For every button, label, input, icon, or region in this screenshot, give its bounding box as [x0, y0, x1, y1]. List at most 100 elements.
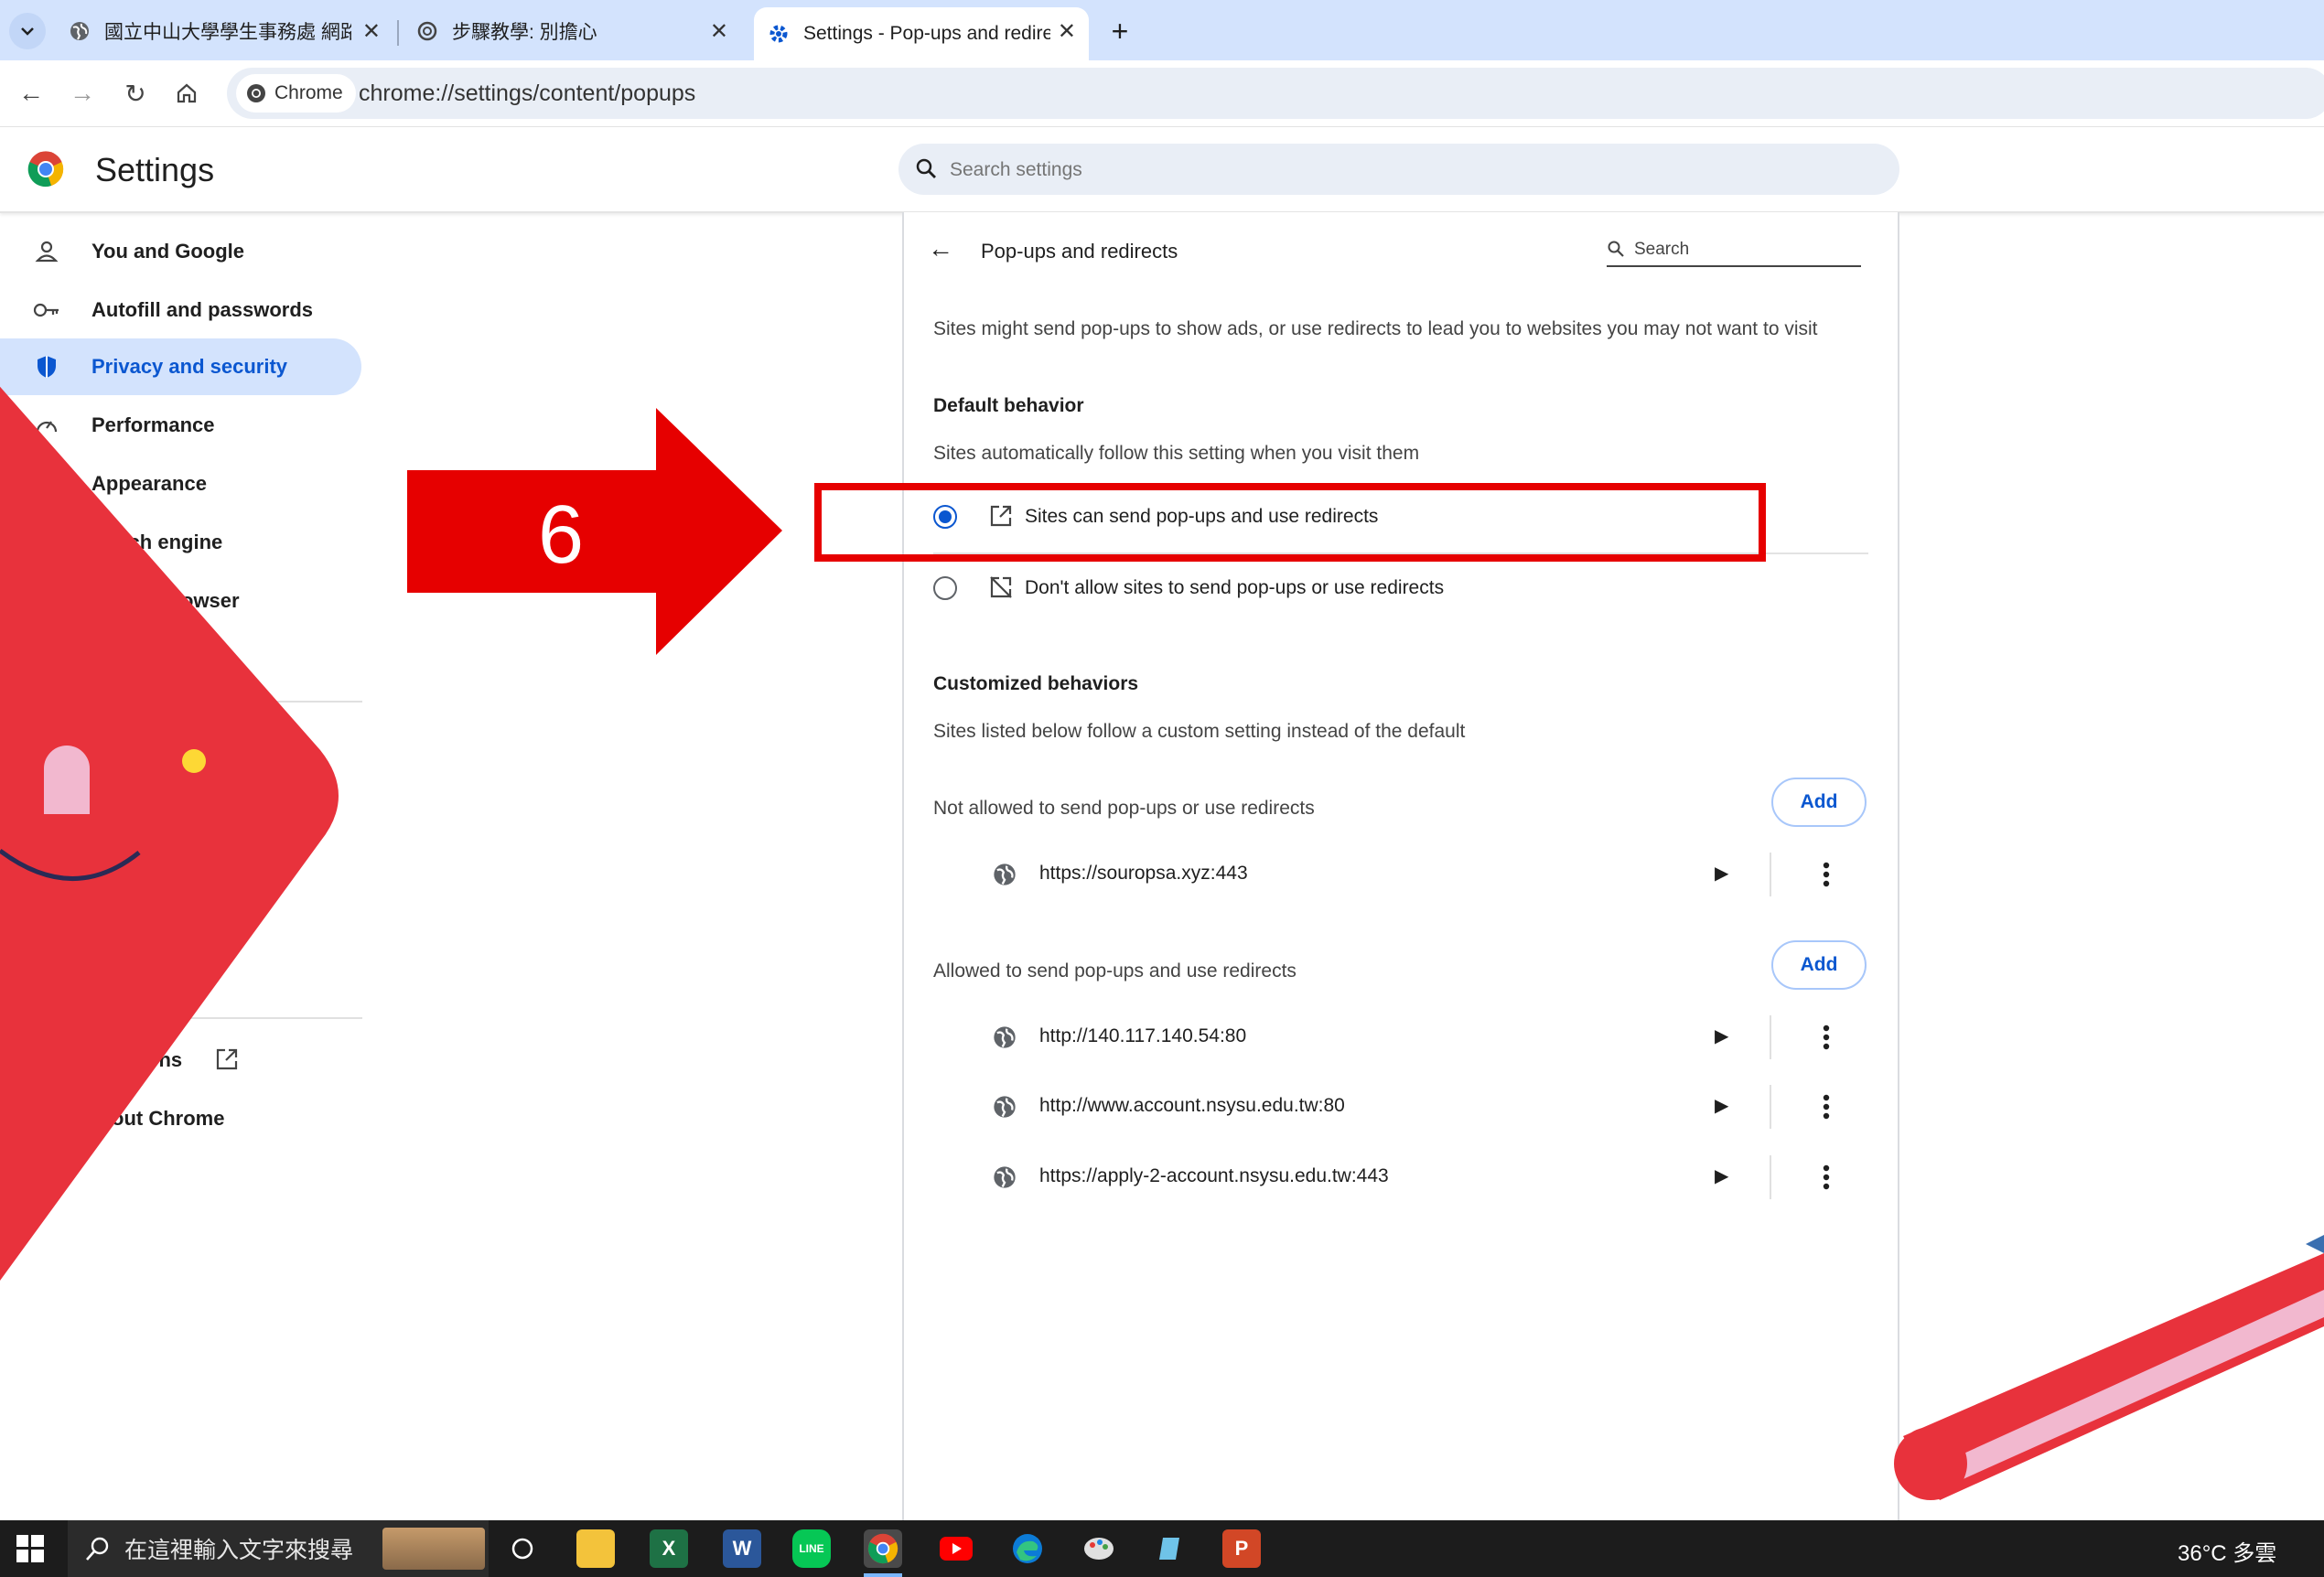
site-url: https://apply-2-account.nsysu.edu.tw:443 — [1039, 1165, 1389, 1186]
default-behavior-sub: Sites automatically follow this setting … — [933, 443, 1420, 464]
description: Sites might send pop-ups to show ads, or… — [933, 318, 1818, 339]
site-row[interactable]: http://www.account.nsysu.edu.tw:80 ▶ — [904, 1072, 1898, 1142]
subpage-search[interactable]: Search — [1607, 234, 1861, 267]
taskbar: 在這裡輸入文字來搜尋 X W LINE P 36°C 多雲 — [0, 1520, 2324, 1577]
globe-icon — [994, 1026, 1016, 1048]
radio-block-popups[interactable] — [933, 576, 957, 600]
add-blocked-site-button[interactable]: Add — [1771, 778, 1867, 827]
tab-student-affairs[interactable]: 國立中山大學學生事務處 網路申 ✕ — [55, 9, 393, 53]
openai-icon — [415, 19, 439, 43]
expand-arrow-icon[interactable]: ▶ — [1715, 1025, 1728, 1047]
tab-title: Settings - Pop-ups and redirec — [803, 23, 1050, 44]
step-arrow: 6 — [407, 408, 782, 655]
notepad-icon[interactable] — [1151, 1529, 1189, 1568]
gear-icon — [767, 22, 791, 46]
blocked-list-label: Not allowed to send pop-ups or use redir… — [933, 798, 1315, 819]
search-input[interactable] — [948, 144, 1775, 197]
expand-arrow-icon[interactable]: ▶ — [1715, 1164, 1728, 1187]
option-block-label[interactable]: Don't allow sites to send pop-ups or use… — [1025, 577, 1444, 599]
globe-icon — [994, 1166, 1016, 1188]
windows-start-icon[interactable] — [16, 1535, 44, 1562]
powerpoint-icon[interactable]: P — [1222, 1529, 1261, 1568]
active-app-indicator — [864, 1573, 902, 1577]
sidebar-item-you-and-google[interactable]: You and Google — [0, 223, 361, 280]
decorative-pencil — [1894, 1235, 2324, 1500]
paint-icon[interactable] — [1080, 1529, 1118, 1568]
more-actions-icon[interactable] — [1815, 1019, 1837, 1056]
forward-icon[interactable]: → — [62, 73, 102, 113]
divider — [1770, 1015, 1771, 1059]
divider — [1770, 853, 1771, 896]
edge-icon[interactable] — [1008, 1529, 1047, 1568]
decorative-character — [0, 386, 339, 1281]
line-icon[interactable]: LINE — [792, 1529, 831, 1568]
new-tab-button[interactable]: + — [1102, 13, 1138, 49]
close-icon[interactable]: ✕ — [362, 18, 381, 45]
back-arrow-icon[interactable]: ← — [928, 234, 953, 263]
sidebar-item-label: You and Google — [91, 240, 245, 263]
taskbar-search-box[interactable]: 在這裡輸入文字來搜尋 — [68, 1520, 489, 1577]
excel-icon[interactable]: X — [650, 1529, 688, 1568]
chrome-logo-icon — [27, 151, 64, 188]
tab-separator — [397, 20, 399, 46]
page-title: Settings — [95, 151, 215, 188]
back-icon[interactable]: ← — [11, 73, 51, 113]
divider — [1770, 1155, 1771, 1199]
search-label: Search — [1634, 240, 1690, 259]
taskbar-search-placeholder: 在這裡輸入文字來搜尋 — [124, 1538, 354, 1563]
default-behavior-heading: Default behavior — [933, 395, 1084, 416]
person-icon — [33, 238, 60, 265]
more-actions-icon[interactable] — [1815, 1089, 1837, 1125]
site-url: http://140.117.140.54:80 — [1039, 1025, 1247, 1046]
youtube-icon[interactable] — [937, 1529, 975, 1568]
settings-card: ← Pop-ups and redirects Search Sites mig… — [902, 212, 1899, 1520]
close-icon[interactable]: ✕ — [1058, 18, 1076, 45]
word-icon[interactable]: W — [723, 1529, 761, 1568]
search-highlight-image — [382, 1528, 485, 1570]
search-icon — [86, 1537, 109, 1561]
chevron-down-icon — [21, 27, 34, 36]
url-text[interactable]: chrome://settings/content/popups — [359, 80, 695, 107]
site-row[interactable]: https://souropsa.xyz:443 ▶ — [904, 840, 1898, 909]
subpage-title: Pop-ups and redirects — [981, 240, 1178, 263]
task-view-icon[interactable] — [503, 1529, 542, 1568]
reload-icon[interactable]: ↻ — [115, 73, 156, 113]
site-row[interactable]: http://140.117.140.54:80 ▶ — [904, 1003, 1898, 1072]
chrome-icon[interactable] — [864, 1529, 902, 1568]
globe-icon — [994, 864, 1016, 885]
search-icon — [916, 158, 936, 178]
site-row[interactable]: https://apply-2-account.nsysu.edu.tw:443… — [904, 1143, 1898, 1212]
close-icon[interactable]: ✕ — [710, 18, 728, 45]
tab-settings[interactable]: Settings - Pop-ups and redirec ✕ — [754, 7, 1089, 60]
expand-arrow-icon[interactable]: ▶ — [1715, 862, 1728, 885]
more-actions-icon[interactable] — [1815, 856, 1837, 893]
add-allowed-site-button[interactable]: Add — [1771, 940, 1867, 990]
more-actions-icon[interactable] — [1815, 1159, 1837, 1196]
sidebar-item-label: Autofill and passwords — [91, 298, 314, 321]
browser-toolbar: ← → ↻ Chrome chrome://settings/content/p… — [0, 60, 2324, 127]
search-settings-box[interactable] — [898, 144, 1899, 197]
popup-blocked-icon — [988, 574, 1014, 605]
highlight-box — [814, 483, 1766, 562]
globe-icon — [994, 1096, 1016, 1118]
site-url: https://souropsa.xyz:443 — [1039, 863, 1248, 884]
tab-list-button[interactable] — [9, 13, 46, 49]
tab-step-guide[interactable]: 步驟教學: 別擔心 ✕ — [403, 9, 741, 53]
tab-strip: 國立中山大學學生事務處 網路申 ✕ 步驟教學: 別擔心 ✕ Settings -… — [0, 0, 2324, 60]
settings-header: Settings — [0, 127, 2324, 213]
allowed-list-label: Allowed to send pop-ups and use redirect… — [933, 960, 1296, 982]
address-bar[interactable]: Chrome chrome://settings/content/popups — [227, 68, 2324, 119]
expand-arrow-icon[interactable]: ▶ — [1715, 1094, 1728, 1117]
globe-icon — [68, 19, 91, 43]
sidebar-item-autofill[interactable]: Autofill and passwords — [0, 282, 361, 338]
file-explorer-icon[interactable] — [576, 1529, 615, 1568]
weather-widget[interactable]: 36°C 多雲 — [2178, 1535, 2276, 1567]
home-icon[interactable] — [167, 73, 207, 113]
customized-behaviors-sub: Sites listed below follow a custom setti… — [933, 721, 1466, 742]
site-info-chip[interactable]: Chrome — [236, 74, 356, 113]
search-icon — [1608, 241, 1624, 257]
key-icon — [33, 296, 60, 324]
chip-label: Chrome — [274, 82, 343, 103]
customized-behaviors-heading: Customized behaviors — [933, 673, 1139, 694]
tab-title: 國立中山大學學生事務處 網路申 — [104, 22, 351, 43]
